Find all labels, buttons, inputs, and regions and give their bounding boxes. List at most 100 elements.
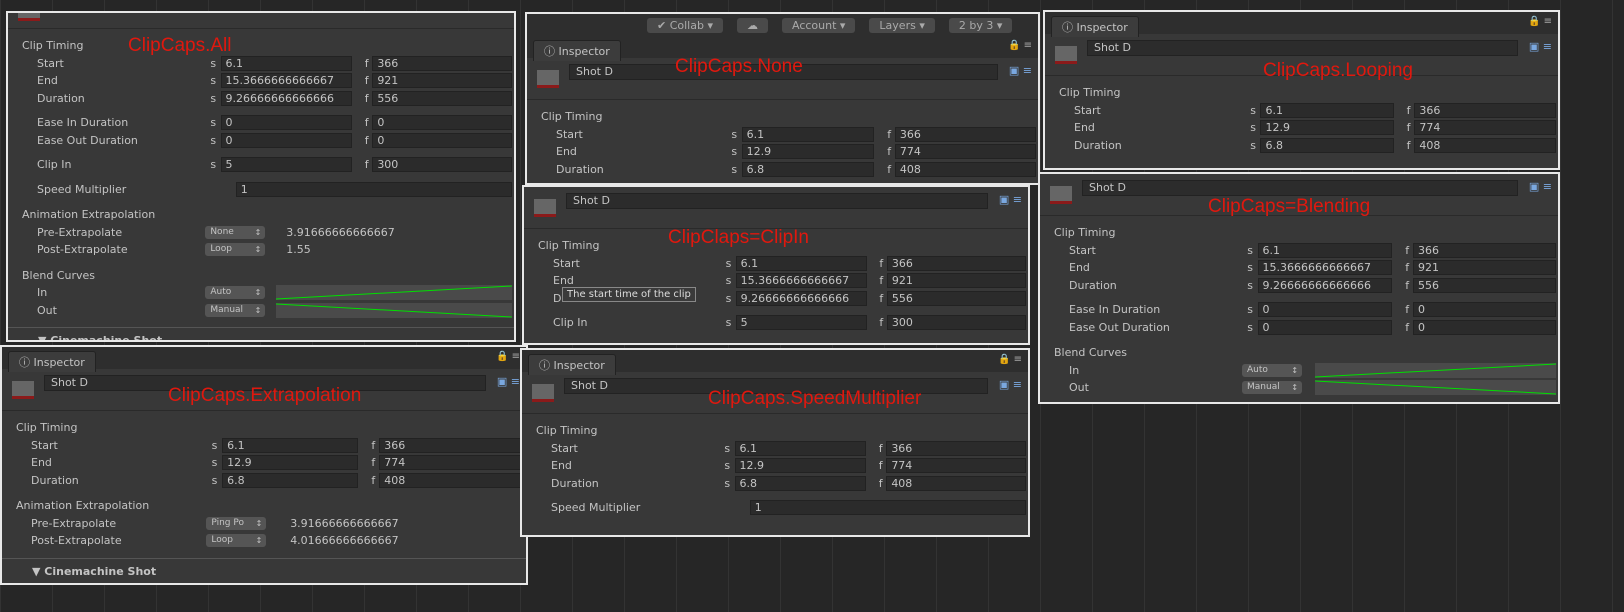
seconds-field[interactable]: 0 — [1257, 319, 1393, 335]
frames-field[interactable]: 408 — [886, 475, 1026, 491]
seconds-field[interactable]: 12.9 — [222, 455, 359, 470]
seconds-field[interactable]: 0 — [220, 115, 353, 130]
seconds-field[interactable]: 5 — [220, 157, 353, 172]
inspector-panel-clipin: Shot D ▣ ≡ ClipClaps=ClipIn Clip Timing Star… — [522, 185, 1030, 345]
object-name-field[interactable]: Shot D — [1087, 40, 1518, 56]
seconds-field[interactable]: 6.1 — [222, 437, 359, 453]
field-row: Start s 6.1 f 366 — [2, 437, 526, 455]
lock-icon[interactable]: 🔒 ≡ — [1008, 40, 1032, 51]
curve-mode-dropdown[interactable]: Manual — [205, 303, 266, 317]
frames-field[interactable]: 0 — [372, 115, 512, 130]
curve-mode-dropdown[interactable]: Auto — [1242, 363, 1303, 377]
frames-field[interactable]: 366 — [372, 55, 512, 71]
frames-label: f — [1405, 320, 1410, 334]
seconds-field[interactable]: 6.8 — [734, 475, 867, 491]
frames-field[interactable]: 921 — [1412, 260, 1556, 275]
seconds-field[interactable]: 15.3666666666667 — [220, 73, 353, 88]
seconds-field[interactable]: 12.9 — [741, 144, 875, 159]
seconds-field[interactable]: 6.8 — [222, 472, 359, 488]
frames-field[interactable]: 921 — [886, 273, 1026, 288]
seconds-label: s — [1247, 320, 1253, 334]
seconds-field[interactable]: 9.26666666666666 — [220, 90, 353, 106]
frames-field[interactable]: 366 — [894, 126, 1036, 142]
extrapolation-dropdown[interactable]: Loop — [205, 243, 266, 256]
seconds-field[interactable]: 6.1 — [734, 440, 867, 456]
frames-field[interactable]: 774 — [886, 458, 1026, 473]
curve-mode-dropdown[interactable]: Manual — [1242, 381, 1303, 394]
value-field[interactable]: 1 — [235, 181, 512, 197]
frames-field[interactable]: 366 — [1414, 102, 1556, 118]
seconds-field[interactable]: 6.1 — [735, 255, 867, 271]
value-field[interactable]: 1 — [749, 500, 1026, 515]
section-header: Clip Timing — [536, 424, 598, 437]
frames-field[interactable]: 408 — [894, 161, 1036, 177]
seconds-field[interactable]: 0 — [1257, 302, 1393, 317]
seconds-field[interactable]: 6.1 — [220, 55, 353, 71]
field-label: Ease In Duration — [37, 116, 129, 129]
object-name-field[interactable]: Shot D — [566, 193, 988, 209]
frames-field[interactable]: 774 — [379, 455, 524, 470]
seconds-field[interactable]: 6.8 — [741, 161, 875, 177]
blend-curve[interactable] — [276, 302, 512, 318]
frames-field[interactable]: 0 — [1412, 302, 1556, 317]
seconds-field[interactable]: 6.1 — [741, 126, 875, 142]
frames-field[interactable]: 366 — [886, 440, 1026, 456]
cloud-icon[interactable]: ☁ — [736, 17, 768, 33]
frames-field[interactable]: 366 — [379, 437, 524, 453]
field-label: Start — [37, 56, 64, 70]
seconds-field[interactable]: 15.3666666666667 — [1257, 260, 1393, 275]
frames-field[interactable]: 366 — [886, 255, 1026, 271]
frames-field[interactable]: 0 — [372, 132, 512, 148]
seconds-field[interactable]: 9.26666666666666 — [735, 290, 867, 306]
layout-dropdown[interactable]: 2 by 3 ▾ — [948, 17, 1013, 33]
help-icon[interactable]: ▣ ≡ — [1529, 40, 1552, 53]
frames-label: f — [364, 74, 369, 87]
collapsed-section-header[interactable]: ▼ Cinemachine Shot — [2, 557, 526, 578]
help-icon[interactable]: ▣ ≡ — [999, 193, 1022, 206]
collapsed-section-header[interactable]: ▼ Cinemachine Shot — [8, 327, 514, 340]
lock-icon[interactable]: 🔒 ≡ — [496, 351, 520, 362]
curve-mode-dropdown[interactable]: Auto — [205, 286, 266, 299]
layers-dropdown[interactable]: Layers ▾ — [869, 17, 935, 33]
lock-icon[interactable]: 🔒 ≡ — [1528, 16, 1552, 27]
frames-field[interactable]: 921 — [372, 73, 512, 88]
blend-curve[interactable] — [276, 285, 512, 300]
extrapolation-dropdown[interactable]: Loop — [206, 534, 267, 547]
frames-field[interactable]: 408 — [1414, 137, 1556, 153]
seconds-field[interactable]: 5 — [735, 315, 867, 330]
object-name-field[interactable]: Shot D — [1082, 180, 1518, 196]
seconds-field[interactable]: 9.26666666666666 — [1257, 277, 1393, 293]
frames-field[interactable]: 774 — [894, 144, 1036, 159]
frames-field[interactable]: 366 — [1412, 242, 1556, 258]
help-icon[interactable]: ▣ ≡ — [1009, 64, 1032, 77]
seconds-field[interactable]: 6.1 — [1260, 102, 1394, 118]
help-icon[interactable]: ▣ ≡ — [1529, 180, 1552, 193]
frames-field[interactable]: 408 — [379, 472, 524, 488]
seconds-label: s — [1250, 103, 1256, 117]
lock-icon[interactable]: 🔒 ≡ — [998, 354, 1022, 365]
frames-field[interactable]: 774 — [1414, 120, 1556, 135]
seconds-field[interactable]: 6.1 — [1257, 242, 1393, 258]
collab-button[interactable]: ✔ Collab ▾ — [647, 17, 723, 33]
extrapolation-dropdown[interactable]: None — [205, 225, 266, 239]
help-icon[interactable]: ▣ ≡ — [999, 378, 1022, 391]
account-dropdown[interactable]: Account ▾ — [781, 17, 856, 33]
frames-field[interactable]: 300 — [372, 157, 512, 172]
seconds-field[interactable]: 15.3666666666667 — [735, 273, 867, 288]
frames-field[interactable]: 556 — [886, 290, 1026, 306]
field-row: Duration s 9.26666666666666 f556 — [1040, 277, 1558, 295]
blend-curve[interactable] — [1315, 362, 1556, 378]
frames-field[interactable]: 556 — [1412, 277, 1556, 293]
frames-field[interactable]: 300 — [886, 315, 1026, 330]
help-icon[interactable]: ▣ ≡ — [497, 375, 520, 388]
seconds-field[interactable]: 6.8 — [1260, 137, 1394, 153]
frames-field[interactable]: 556 — [372, 90, 512, 106]
seconds-label: s — [1250, 138, 1256, 152]
frames-field[interactable]: 0 — [1412, 319, 1556, 335]
seconds-field[interactable]: 12.9 — [1260, 120, 1394, 135]
extrapolation-dropdown[interactable]: Ping Po — [206, 516, 267, 530]
blend-curve[interactable] — [1315, 380, 1556, 395]
seconds-field[interactable]: 0 — [220, 132, 353, 148]
seconds-field[interactable]: 12.9 — [734, 458, 867, 473]
